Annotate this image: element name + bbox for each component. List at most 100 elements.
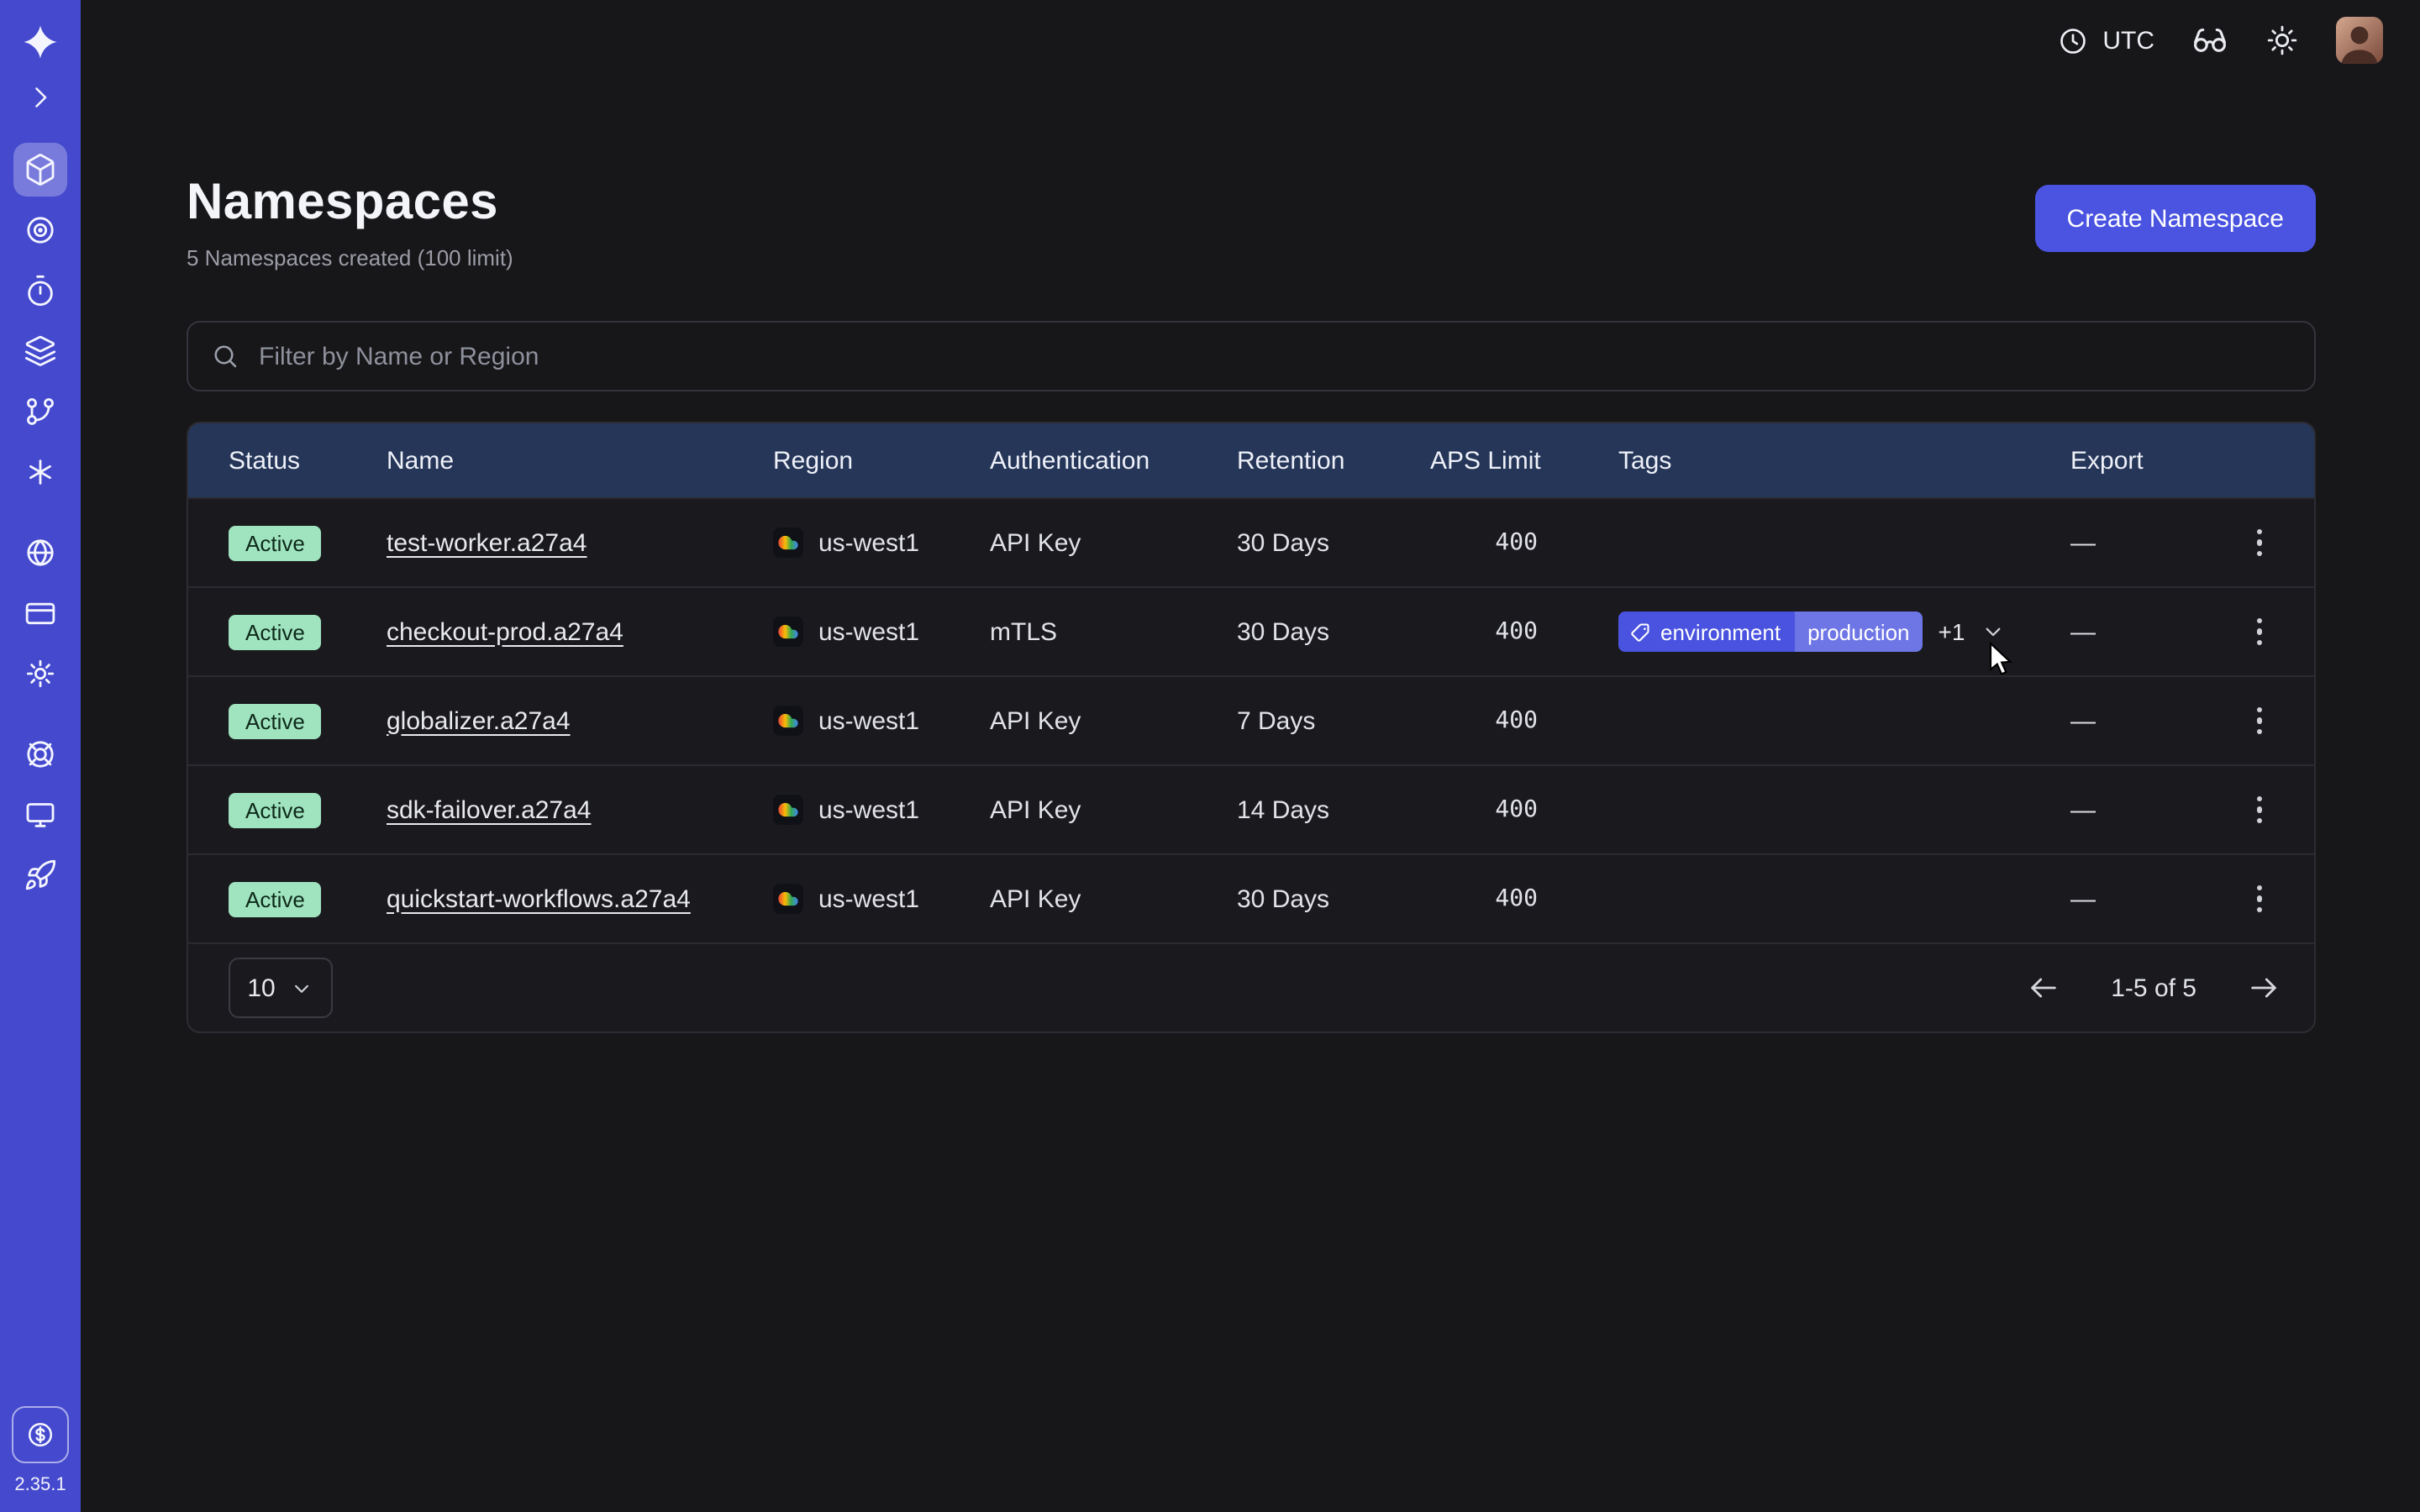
- timer-icon: [24, 274, 57, 307]
- credit-card-icon: [24, 596, 57, 630]
- namespace-link[interactable]: quickstart-workflows.a27a4: [387, 885, 691, 913]
- region-label: us-west1: [818, 617, 919, 646]
- asterisk-icon: [24, 455, 57, 489]
- row-actions-kebab-icon[interactable]: [2247, 519, 2273, 567]
- gcp-cloud-icon: [773, 706, 803, 736]
- target-icon: [24, 213, 57, 247]
- table-row: Active quickstart-workflows.a27a4 us-wes…: [188, 853, 2314, 942]
- aps-limit-value: 400: [1430, 707, 1618, 734]
- sidebar-expand-chevron-icon[interactable]: [25, 82, 55, 113]
- table-row: Active checkout-prod.a27a4 us-west1 mTLS…: [188, 586, 2314, 675]
- status-badge: Active: [229, 881, 322, 916]
- sidebar-item-settings[interactable]: [13, 647, 67, 701]
- tag-icon: [1630, 621, 1652, 643]
- temporal-logo-icon: [20, 22, 60, 62]
- auth-value: API Key: [990, 795, 1237, 824]
- export-value: —: [2070, 795, 2205, 824]
- retention-value: 30 Days: [1237, 885, 1430, 913]
- sidebar-item-regions[interactable]: [13, 526, 67, 580]
- region-label: us-west1: [818, 885, 919, 913]
- search-icon: [210, 341, 240, 371]
- column-header-export: Export: [2070, 446, 2205, 475]
- filter-search-input[interactable]: [255, 340, 2292, 372]
- row-actions-kebab-icon[interactable]: [2247, 786, 2273, 834]
- status-badge: Active: [229, 703, 322, 738]
- sidebar-item-namespaces[interactable]: [13, 143, 67, 197]
- namespace-link[interactable]: test-worker.a27a4: [387, 528, 587, 557]
- page-title: Namespaces: [187, 175, 513, 232]
- clock-icon: [2057, 24, 2089, 56]
- chevron-down-icon: [289, 975, 314, 1000]
- tag-chip[interactable]: environment production: [1618, 612, 1923, 652]
- namespace-link[interactable]: sdk-failover.a27a4: [387, 795, 592, 824]
- sidebar: 2.35.1: [0, 0, 81, 1512]
- row-actions-kebab-icon[interactable]: [2247, 697, 2273, 745]
- table-header-row: Status Name Region Authentication Retent…: [188, 423, 2314, 497]
- next-page-arrow-icon[interactable]: [2247, 971, 2281, 1005]
- page-subtitle: 5 Namespaces created (100 limit): [187, 245, 513, 270]
- column-header-status: Status: [229, 446, 387, 475]
- sidebar-item-schedules[interactable]: [13, 264, 67, 318]
- timezone-selector[interactable]: UTC: [2057, 24, 2154, 56]
- pagination-range: 1-5 of 5: [2111, 974, 2196, 1002]
- retention-value: 30 Days: [1237, 617, 1430, 646]
- sidebar-item-deployments[interactable]: [13, 385, 67, 438]
- create-namespace-button[interactable]: Create Namespace: [2035, 185, 2316, 252]
- aps-limit-value: 400: [1430, 796, 1618, 823]
- usage-button[interactable]: [12, 1406, 69, 1463]
- previous-page-arrow-icon[interactable]: [2027, 971, 2060, 1005]
- aps-limit-value: 400: [1430, 618, 1618, 645]
- globe-icon: [24, 536, 57, 570]
- sidebar-item-stacks[interactable]: [13, 324, 67, 378]
- page-size-select[interactable]: 10: [229, 958, 333, 1018]
- accessibility-glasses-button[interactable]: [2191, 22, 2228, 59]
- region-label: us-west1: [818, 528, 919, 557]
- status-badge: Active: [229, 614, 322, 649]
- export-value: —: [2070, 885, 2205, 913]
- rocket-icon: [24, 858, 57, 892]
- column-header-authentication: Authentication: [990, 446, 1237, 475]
- row-actions-kebab-icon[interactable]: [2247, 875, 2273, 923]
- region-label: us-west1: [818, 795, 919, 824]
- sidebar-item-billing[interactable]: [13, 586, 67, 640]
- version-label: 2.35.1: [14, 1475, 66, 1495]
- circle-dollar-icon: [25, 1420, 55, 1450]
- namespace-link[interactable]: checkout-prod.a27a4: [387, 617, 623, 646]
- tags-expand-chevron-icon[interactable]: [1980, 618, 2007, 645]
- column-header-region: Region: [773, 446, 990, 475]
- auth-value: mTLS: [990, 617, 1237, 646]
- sidebar-item-getting-started[interactable]: [13, 848, 67, 902]
- aps-limit-value: 400: [1430, 885, 1618, 912]
- layers-icon: [24, 334, 57, 368]
- sidebar-item-monitors[interactable]: [13, 203, 67, 257]
- status-badge: Active: [229, 525, 322, 560]
- tags-more-count: +1: [1939, 618, 1965, 645]
- avatar-image: [2336, 17, 2383, 64]
- namespace-link[interactable]: globalizer.a27a4: [387, 706, 571, 735]
- sidebar-item-nexus[interactable]: [13, 445, 67, 499]
- user-avatar[interactable]: [2336, 17, 2383, 64]
- tag-key: environment: [1660, 619, 1781, 644]
- status-badge: Active: [229, 792, 322, 827]
- retention-value: 7 Days: [1237, 706, 1430, 735]
- retention-value: 14 Days: [1237, 795, 1430, 824]
- gear-icon: [24, 657, 57, 690]
- retention-value: 30 Days: [1237, 528, 1430, 557]
- theme-toggle-button[interactable]: [2265, 24, 2299, 57]
- table-row: Active test-worker.a27a4 us-west1 API Ke…: [188, 497, 2314, 586]
- region-label: us-west1: [818, 706, 919, 735]
- export-value: —: [2070, 528, 2205, 557]
- sidebar-item-docs[interactable]: [13, 788, 67, 842]
- git-branch-icon: [24, 395, 57, 428]
- table-row: Active sdk-failover.a27a4 us-west1 API K…: [188, 764, 2314, 853]
- sidebar-item-support[interactable]: [13, 727, 67, 781]
- auth-value: API Key: [990, 706, 1237, 735]
- aps-limit-value: 400: [1430, 529, 1618, 556]
- column-header-aps-limit: APS Limit: [1430, 446, 1618, 475]
- glasses-icon: [2191, 22, 2228, 59]
- table-footer: 10 1-5 of 5: [188, 942, 2314, 1032]
- sun-icon: [2265, 24, 2299, 57]
- export-value: —: [2070, 706, 2205, 735]
- row-actions-kebab-icon[interactable]: [2247, 608, 2273, 656]
- column-header-name: Name: [387, 446, 773, 475]
